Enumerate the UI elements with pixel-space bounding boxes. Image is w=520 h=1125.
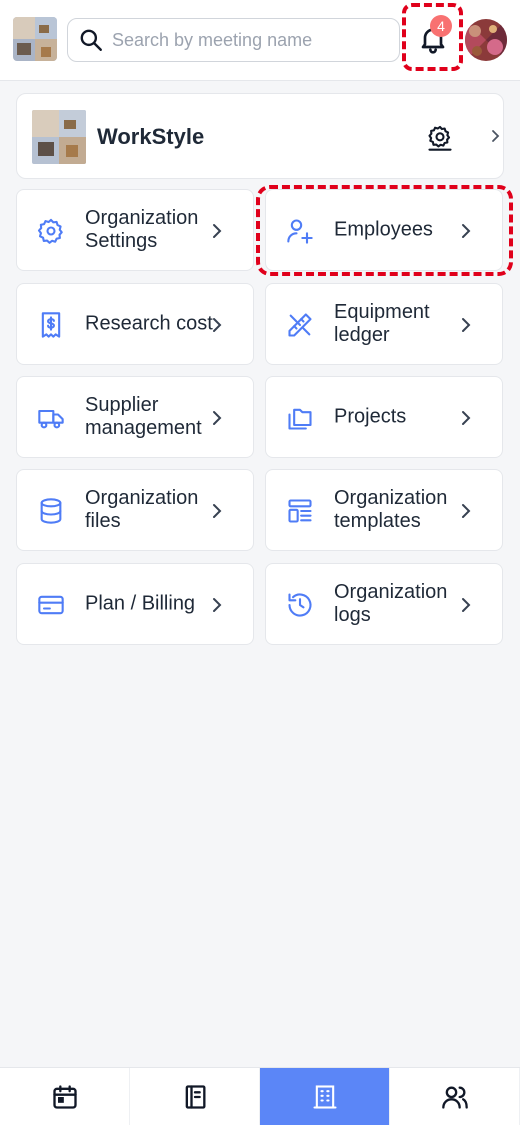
user-avatar[interactable] <box>465 19 507 61</box>
users-icon <box>441 1086 468 1109</box>
tile-organization-logs[interactable]: Organization logs <box>265 563 503 645</box>
chevron-right-icon <box>213 411 222 425</box>
nav-notebook[interactable] <box>130 1068 260 1125</box>
template-icon <box>288 499 312 523</box>
chevron-right-icon <box>462 411 471 425</box>
gear-icon[interactable] <box>426 124 454 152</box>
search-input[interactable] <box>112 29 382 51</box>
tile-employees[interactable]: Employees <box>265 189 503 271</box>
tile-plan-billing[interactable]: Plan / Billing <box>16 563 254 645</box>
chevron-right-icon <box>462 598 471 612</box>
tile-organization-files[interactable]: Organization files <box>16 469 254 551</box>
organization-name: WorkStyle <box>97 124 205 149</box>
tile-label: Plan / Billing <box>85 592 196 615</box>
chevron-right-icon <box>492 130 500 142</box>
chevron-right-icon <box>462 504 471 518</box>
gear-icon <box>37 218 63 244</box>
notebook-icon <box>185 1084 205 1109</box>
notification-count-badge: 4 <box>430 15 452 37</box>
truck-icon <box>38 409 64 429</box>
calendar-icon <box>52 1084 77 1109</box>
nav-users[interactable] <box>390 1068 520 1125</box>
tile-equipment-ledger[interactable]: Equipment ledger <box>265 283 503 365</box>
tile-supplier-management[interactable]: Supplier management <box>16 376 254 458</box>
nav-calendar[interactable] <box>0 1068 130 1125</box>
chevron-right-icon <box>213 598 222 612</box>
search-bar[interactable] <box>67 18 400 62</box>
tile-label: Employees <box>334 218 433 241</box>
user-plus-icon <box>287 219 313 244</box>
receipt-dollar-icon <box>41 312 61 338</box>
organization-thumbnail <box>32 110 86 164</box>
chevron-right-icon <box>213 504 222 518</box>
tile-label: Organization files <box>85 487 199 532</box>
tile-label: Supplier management <box>85 394 202 439</box>
chevron-right-icon <box>462 224 471 238</box>
tile-label: Equipment ledger <box>334 301 430 346</box>
organization-logo[interactable] <box>13 17 57 61</box>
tile-label: Organization logs <box>334 581 448 626</box>
top-bar: 4 <box>0 0 520 81</box>
credit-card-icon <box>38 595 64 615</box>
tile-label: Organization templates <box>334 487 448 532</box>
tile-label: Projects <box>334 405 407 428</box>
database-icon <box>40 498 62 524</box>
search-icon <box>80 29 102 51</box>
tile-projects[interactable]: Projects <box>265 376 503 458</box>
nav-organization[interactable] <box>260 1068 390 1125</box>
chevron-right-icon <box>213 224 222 238</box>
notification-button[interactable]: 4 <box>402 3 463 71</box>
organization-card[interactable]: WorkStyle <box>16 93 504 179</box>
tile-label: Research cost <box>85 312 213 335</box>
tile-organization-templates[interactable]: Organization templates <box>265 469 503 551</box>
chevron-right-icon <box>462 318 471 332</box>
ruler-pencil-icon <box>288 313 312 337</box>
chevron-right-icon <box>213 318 222 332</box>
tile-research-cost[interactable]: Research cost <box>16 283 254 365</box>
building-icon <box>312 1084 337 1109</box>
bottom-navigation <box>0 1067 520 1125</box>
tile-label: Organization Settings <box>85 207 199 252</box>
folders-icon <box>288 408 312 430</box>
history-icon <box>288 593 312 617</box>
tile-organization-settings[interactable]: Organization Settings <box>16 189 254 271</box>
